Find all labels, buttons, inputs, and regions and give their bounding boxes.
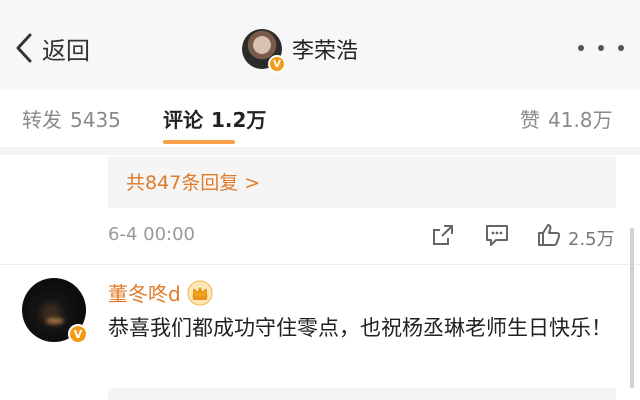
share-icon (433, 225, 453, 245)
owner-name: 李荣浩 (292, 39, 359, 64)
comment-icon (486, 225, 508, 246)
crown-icon (187, 280, 213, 306)
like-button[interactable] (536, 222, 562, 248)
back-label: 返回 (42, 36, 90, 65)
tab-comments[interactable]: 评论 1.2万 (163, 104, 266, 133)
comment-author[interactable]: 董冬咚d (108, 278, 181, 307)
back-button[interactable]: 返回 (14, 30, 90, 66)
tab-repost-label: 转发 (22, 108, 62, 132)
comment-timestamp: 6-4 00:00 (108, 224, 195, 245)
avatar[interactable]: V (242, 29, 286, 73)
chevron-left-icon (16, 33, 32, 63)
more-options-button[interactable] (578, 38, 624, 58)
comment-author-row: 董冬咚d (108, 278, 213, 307)
avatar-image-detail (46, 318, 64, 324)
post-tabs: 转发 5435 评论 1.2万 赞 41.8万 (0, 90, 640, 148)
dot-icon (578, 45, 584, 51)
next-replies-preview (108, 388, 616, 400)
scrollbar[interactable] (630, 228, 634, 388)
thumbs-up-icon (538, 224, 561, 246)
tab-repost[interactable]: 转发 5435 (22, 104, 121, 133)
section-divider (0, 147, 640, 155)
post-owner[interactable]: V 李荣浩 (242, 27, 359, 73)
comment-divider (0, 264, 640, 265)
tab-likes-count: 41.8万 (548, 108, 613, 132)
comment-text: 恭喜我们都成功守住零点，也祝杨丞琳老师生日快乐！ (108, 316, 612, 340)
like-count: 2.5万 (568, 229, 615, 250)
tab-likes-label: 赞 (520, 108, 540, 132)
avatar[interactable]: V (22, 278, 88, 344)
active-tab-indicator (163, 140, 235, 144)
tab-likes[interactable]: 赞 41.8万 (520, 104, 613, 133)
tab-comments-count: 1.2万 (211, 108, 267, 132)
verified-badge-icon: V (68, 324, 88, 344)
tab-repost-count: 5435 (70, 108, 121, 132)
reply-button[interactable] (484, 222, 510, 248)
tab-comments-label: 评论 (163, 108, 203, 132)
dot-icon (598, 45, 604, 51)
view-replies-button[interactable]: 共847条回复 > (108, 156, 616, 208)
dot-icon (618, 45, 624, 51)
verified-badge-icon: V (268, 55, 286, 73)
share-button[interactable] (430, 222, 456, 248)
replies-count-link: 共847条回复 > (126, 172, 261, 194)
top-nav-bar: 返回 V 李荣浩 (0, 0, 640, 90)
